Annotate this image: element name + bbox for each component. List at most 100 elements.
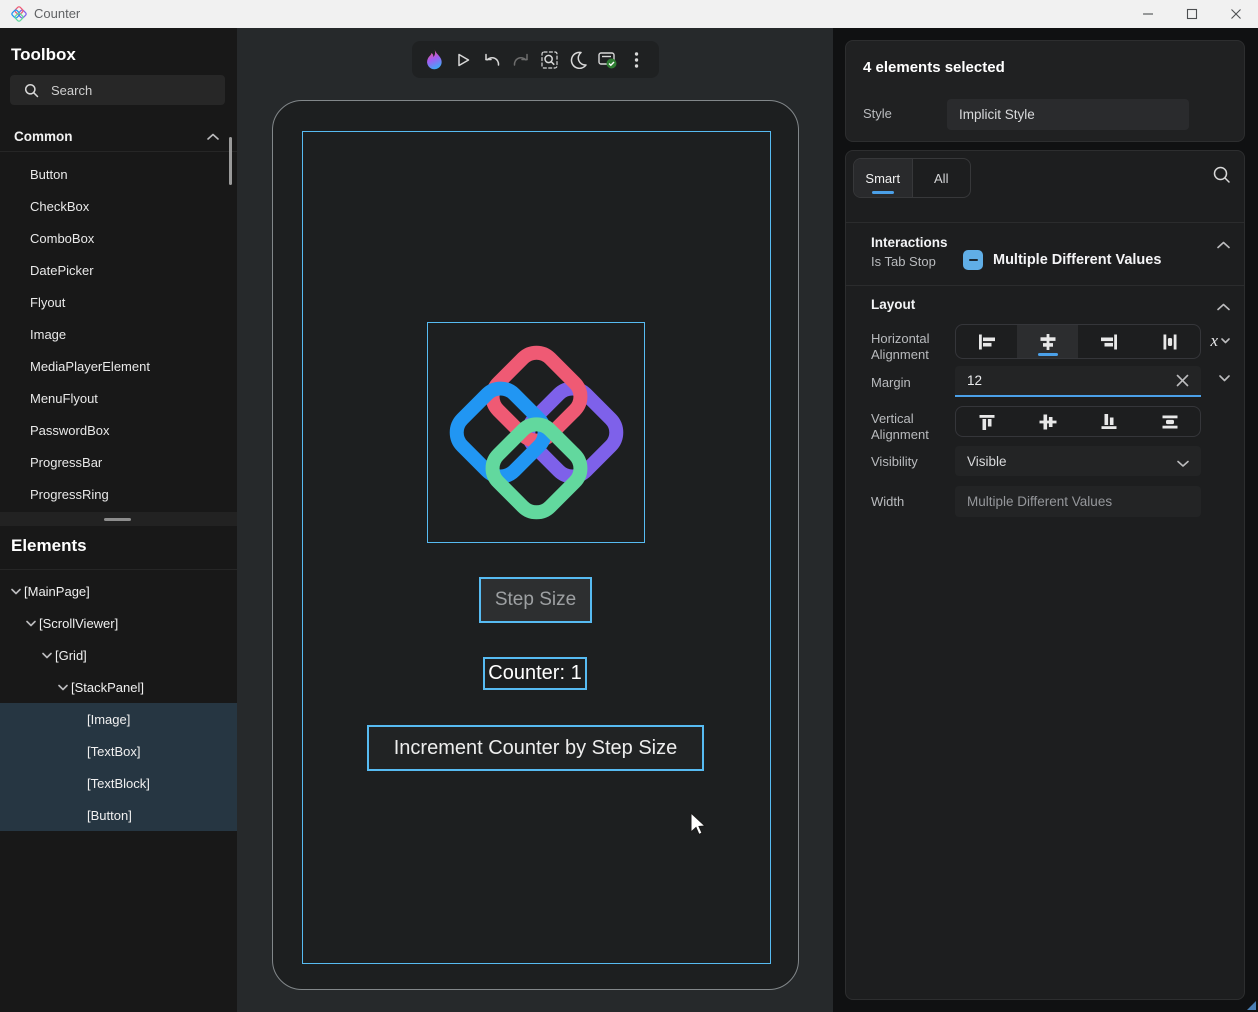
window-titlebar: Counter: [0, 0, 1258, 28]
is-tab-stop-checkbox[interactable]: [963, 250, 983, 270]
margin-input[interactable]: [967, 373, 1147, 388]
tree-item-textbox[interactable]: [TextBox]: [0, 735, 237, 767]
chevron-up-icon: [1217, 303, 1230, 311]
close-button[interactable]: [1214, 0, 1258, 28]
toolbox-item-button[interactable]: Button: [0, 158, 237, 190]
chevron-down-icon: [1221, 338, 1230, 344]
align-right-icon: [1099, 334, 1119, 350]
maximize-button[interactable]: [1170, 0, 1214, 28]
tree-item-grid[interactable]: [Grid]: [0, 639, 237, 671]
properties-search-button[interactable]: [1212, 165, 1232, 190]
elements-title: Elements: [11, 536, 87, 556]
align-bottom-button[interactable]: [1078, 407, 1139, 436]
tab-smart[interactable]: Smart: [854, 159, 913, 197]
splitter-grip-icon: [104, 518, 131, 521]
tree-item-button[interactable]: [Button]: [0, 799, 237, 831]
tab-all[interactable]: All: [913, 159, 971, 197]
style-label: Style: [863, 106, 892, 121]
tree-item-stackpanel[interactable]: [StackPanel]: [0, 671, 237, 703]
toolbox-item-progressring[interactable]: ProgressRing: [0, 478, 237, 510]
tree-item-label: [MainPage]: [24, 584, 90, 599]
toolbox-title: Toolbox: [11, 45, 76, 65]
undo-button[interactable]: [479, 47, 505, 73]
theme-toggle-button[interactable]: [566, 47, 592, 73]
chevron-down-icon: [1219, 375, 1230, 382]
horizontal-alignment-control: [955, 324, 1201, 359]
toolbox-item-mediaplayerelement[interactable]: MediaPlayerElement: [0, 350, 237, 382]
chevron-down-icon[interactable]: [8, 588, 24, 595]
tree-item-image[interactable]: [Image]: [0, 703, 237, 735]
align-right-button[interactable]: [1078, 325, 1139, 358]
margin-field[interactable]: [955, 366, 1201, 397]
stretch-horizontal-button[interactable]: [1139, 325, 1200, 358]
tree-item-textblock[interactable]: [TextBlock]: [0, 767, 237, 799]
maximize-icon: [1186, 8, 1198, 20]
toolbox-search-input[interactable]: [51, 83, 201, 98]
increment-counter-button[interactable]: Increment Counter by Step Size: [367, 725, 704, 771]
style-field[interactable]: Implicit Style: [947, 99, 1189, 130]
clear-margin-button[interactable]: [1176, 374, 1189, 390]
toolbox-item-image[interactable]: Image: [0, 318, 237, 350]
layout-collapse-button[interactable]: [1217, 298, 1230, 316]
expression-binding-button[interactable]: x: [1210, 331, 1230, 351]
design-canvas[interactable]: Step Size Counter: 1 Increment Counter b…: [237, 28, 833, 1012]
window-resize-grip[interactable]: [1247, 1001, 1256, 1010]
undo-icon: [483, 51, 501, 69]
zoom-region-icon: [540, 50, 559, 70]
align-left-button[interactable]: [956, 325, 1017, 358]
toolbox-item-menuflyout[interactable]: MenuFlyout: [0, 382, 237, 414]
stretch-vertical-button[interactable]: [1139, 407, 1200, 436]
align-left-icon: [977, 334, 997, 350]
panel-splitter[interactable]: [0, 512, 237, 526]
tree-item-mainpage[interactable]: [MainPage]: [0, 575, 237, 607]
hot-design-flame-button[interactable]: [421, 47, 447, 73]
align-center-horizontal-icon: [1038, 334, 1058, 350]
changes-applied-icon: [597, 50, 618, 70]
applied-changes-button[interactable]: [595, 47, 621, 73]
counter-textblock[interactable]: Counter: 1: [483, 657, 587, 690]
grid-selection-adorner[interactable]: [302, 131, 771, 964]
minimize-button[interactable]: [1126, 0, 1170, 28]
toolbox-item-flyout[interactable]: Flyout: [0, 286, 237, 318]
margin-expand-button[interactable]: [1219, 375, 1230, 382]
toolbox-item-progressbar[interactable]: ProgressBar: [0, 446, 237, 478]
visibility-label: Visibility: [871, 454, 918, 469]
toolbox-item-datepicker[interactable]: DatePicker: [0, 254, 237, 286]
toolbox-search[interactable]: [10, 75, 225, 105]
tree-item-scrollviewer[interactable]: [ScrollViewer]: [0, 607, 237, 639]
toolbox-section-common[interactable]: Common: [0, 122, 237, 152]
tree-item-label: [Button]: [87, 808, 132, 823]
chevron-down-icon[interactable]: [39, 652, 55, 659]
interactions-collapse-button[interactable]: [1217, 236, 1230, 254]
toolbox-item-label: ComboBox: [30, 231, 94, 246]
tree-item-label: [StackPanel]: [71, 680, 144, 695]
is-tab-stop-value: Multiple Different Values: [993, 252, 1161, 268]
tree-item-label: [TextBlock]: [87, 776, 150, 791]
app-logo-image[interactable]: [427, 322, 645, 543]
toolbox-item-combobox[interactable]: ComboBox: [0, 222, 237, 254]
step-size-textbox[interactable]: Step Size: [479, 577, 592, 623]
align-top-button[interactable]: [956, 407, 1017, 436]
elements-header: Elements: [0, 526, 237, 570]
redo-button[interactable]: [508, 47, 534, 73]
zoom-selection-button[interactable]: [537, 47, 563, 73]
toolbox-item-checkbox[interactable]: CheckBox: [0, 190, 237, 222]
hot-reload-flame-icon: [426, 49, 443, 70]
visibility-dropdown[interactable]: Visible: [955, 446, 1201, 476]
align-center-horizontal-button[interactable]: [1017, 325, 1078, 358]
tab-all-label: All: [934, 171, 948, 186]
app-logo-icon: [10, 5, 28, 23]
chevron-down-icon[interactable]: [23, 620, 39, 627]
more-options-button[interactable]: [624, 47, 650, 73]
align-center-vertical-button[interactable]: [1017, 407, 1078, 436]
vertical-alignment-label: Vertical Alignment: [871, 411, 945, 443]
toolbox-item-passwordbox[interactable]: PasswordBox: [0, 414, 237, 446]
width-field[interactable]: Multiple Different Values: [955, 486, 1201, 517]
clear-x-icon: [1176, 374, 1189, 387]
chevron-down-icon[interactable]: [55, 684, 71, 691]
tree-item-label: [Grid]: [55, 648, 87, 663]
width-label: Width: [871, 494, 904, 509]
common-section-label: Common: [14, 129, 73, 144]
selection-card: 4 elements selected Style Implicit Style: [845, 40, 1245, 142]
play-button[interactable]: [450, 47, 476, 73]
